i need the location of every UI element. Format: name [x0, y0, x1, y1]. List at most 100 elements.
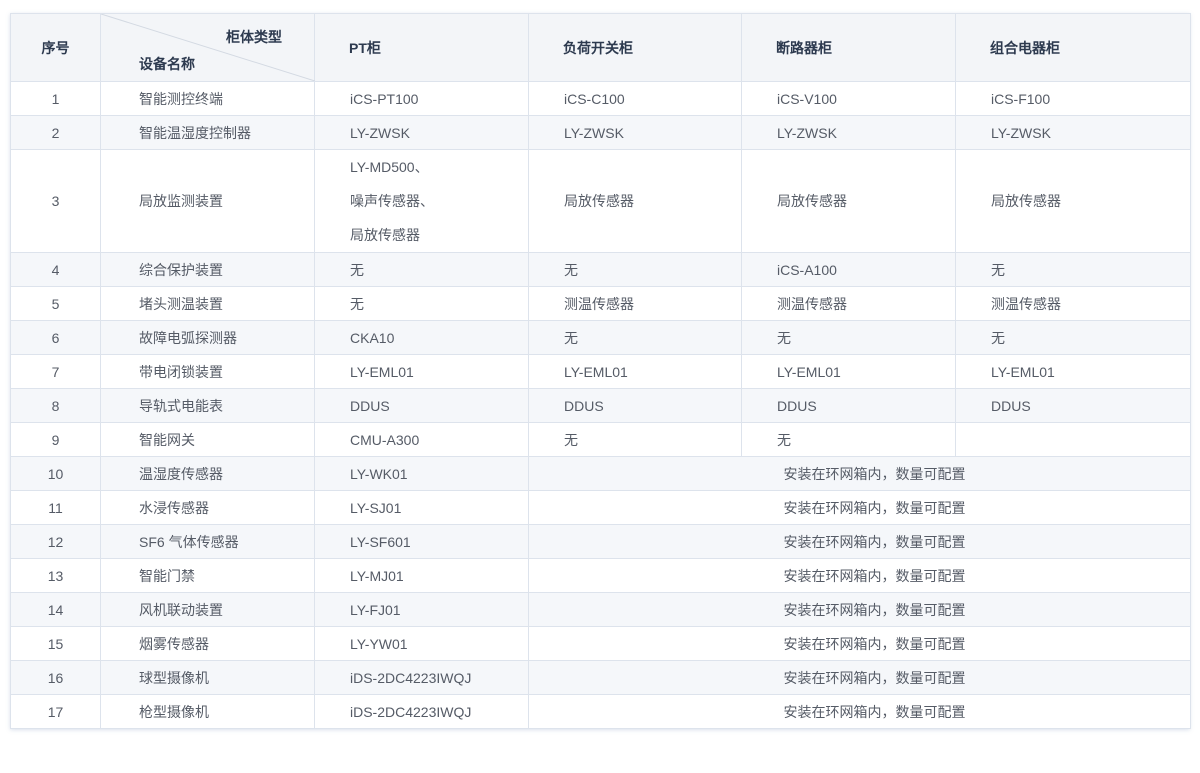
header-cabinet-type: 柜体类型 — [226, 29, 282, 45]
cell-combined — [955, 422, 1191, 457]
cell-breaker: LY-ZWSK — [741, 115, 956, 150]
row-device-name: 智能测控终端 — [100, 81, 315, 116]
table-row: 9 智能网关 CMU-A300 无 无 — [10, 422, 1191, 457]
cell-pt: iDS-2DC4223IWQJ — [314, 694, 529, 729]
row-device-name: 球型摄像机 — [100, 660, 315, 695]
cell-pt: LY-MJ01 — [314, 558, 529, 593]
cell-load-switch: 无 — [528, 422, 742, 457]
table-row: 3 局放监测装置 LY-MD500、 噪声传感器、 局放传感器 局放传感器 局放… — [10, 149, 1191, 253]
cell-install-note: 安装在环网箱内，数量可配置 — [528, 660, 1191, 695]
row-index: 4 — [10, 252, 101, 287]
cell-pt: LY-SF601 — [314, 524, 529, 559]
row-device-name: 枪型摄像机 — [100, 694, 315, 729]
row-index: 16 — [10, 660, 101, 695]
cell-breaker: 测温传感器 — [741, 286, 956, 321]
cell-pt: LY-EML01 — [314, 354, 529, 389]
row-device-name: 烟雾传感器 — [100, 626, 315, 661]
row-index: 13 — [10, 558, 101, 593]
row-index: 12 — [10, 524, 101, 559]
row-device-name: SF6 气体传感器 — [100, 524, 315, 559]
cell-combined: 局放传感器 — [955, 149, 1191, 253]
cell-breaker: 局放传感器 — [741, 149, 956, 253]
cell-combined: LY-EML01 — [955, 354, 1191, 389]
cell-load-switch: iCS-C100 — [528, 81, 742, 116]
cell-pt: LY-WK01 — [314, 456, 529, 491]
row-device-name: 水浸传感器 — [100, 490, 315, 525]
table-header-row: 序号 柜体类型 设备名称 PT柜 负荷开关柜 断路器柜 组合电器柜 — [10, 13, 1191, 82]
header-col-pt: PT柜 — [314, 13, 529, 82]
row-device-name: 带电闭锁装置 — [100, 354, 315, 389]
row-index: 5 — [10, 286, 101, 321]
table-row: 12 SF6 气体传感器 LY-SF601 安装在环网箱内，数量可配置 — [10, 524, 1191, 559]
cell-load-switch: 无 — [528, 252, 742, 287]
diagonal-divider — [101, 14, 315, 81]
header-col-breaker: 断路器柜 — [741, 13, 956, 82]
cell-combined: 无 — [955, 320, 1191, 355]
cell-pt: 无 — [314, 286, 529, 321]
table-row: 15 烟雾传感器 LY-YW01 安装在环网箱内，数量可配置 — [10, 626, 1191, 661]
cell-pt: LY-YW01 — [314, 626, 529, 661]
device-config-table: 序号 柜体类型 设备名称 PT柜 负荷开关柜 断路器柜 组合电器柜 1 智能测控… — [10, 13, 1191, 729]
header-device-name: 设备名称 — [139, 56, 195, 72]
row-device-name: 温湿度传感器 — [100, 456, 315, 491]
cell-line: 局放传感器 — [350, 227, 420, 243]
row-index: 1 — [10, 81, 101, 116]
cell-line: 噪声传感器、 — [350, 193, 434, 209]
cell-pt: LY-MD500、 噪声传感器、 局放传感器 — [314, 149, 529, 253]
row-device-name: 智能温湿度控制器 — [100, 115, 315, 150]
header-diagonal-cell: 柜体类型 设备名称 — [100, 13, 315, 82]
cell-breaker: 无 — [741, 422, 956, 457]
cell-load-switch: DDUS — [528, 388, 742, 423]
header-col-combined: 组合电器柜 — [955, 13, 1191, 82]
cell-pt: LY-ZWSK — [314, 115, 529, 150]
table-row: 5 堵头测温装置 无 测温传感器 测温传感器 测温传感器 — [10, 286, 1191, 321]
cell-pt: iDS-2DC4223IWQJ — [314, 660, 529, 695]
cell-pt: CMU-A300 — [314, 422, 529, 457]
table-row: 8 导轨式电能表 DDUS DDUS DDUS DDUS — [10, 388, 1191, 423]
cell-breaker: DDUS — [741, 388, 956, 423]
row-index: 2 — [10, 115, 101, 150]
table-row: 6 故障电弧探测器 CKA10 无 无 无 — [10, 320, 1191, 355]
row-index: 14 — [10, 592, 101, 627]
cell-combined: DDUS — [955, 388, 1191, 423]
cell-load-switch: LY-EML01 — [528, 354, 742, 389]
table-row: 2 智能温湿度控制器 LY-ZWSK LY-ZWSK LY-ZWSK LY-ZW… — [10, 115, 1191, 150]
cell-combined: LY-ZWSK — [955, 115, 1191, 150]
row-device-name: 导轨式电能表 — [100, 388, 315, 423]
header-index: 序号 — [10, 13, 101, 82]
cell-breaker: LY-EML01 — [741, 354, 956, 389]
cell-install-note: 安装在环网箱内，数量可配置 — [528, 558, 1191, 593]
cell-install-note: 安装在环网箱内，数量可配置 — [528, 524, 1191, 559]
row-index: 10 — [10, 456, 101, 491]
row-index: 6 — [10, 320, 101, 355]
cell-combined: iCS-F100 — [955, 81, 1191, 116]
cell-install-note: 安装在环网箱内，数量可配置 — [528, 694, 1191, 729]
table-row: 16 球型摄像机 iDS-2DC4223IWQJ 安装在环网箱内，数量可配置 — [10, 660, 1191, 695]
cell-install-note: 安装在环网箱内，数量可配置 — [528, 456, 1191, 491]
header-col-load-switch: 负荷开关柜 — [528, 13, 742, 82]
table-row: 14 风机联动装置 LY-FJ01 安装在环网箱内，数量可配置 — [10, 592, 1191, 627]
table-row: 17 枪型摄像机 iDS-2DC4223IWQJ 安装在环网箱内，数量可配置 — [10, 694, 1191, 729]
row-index: 3 — [10, 149, 101, 253]
cell-breaker: iCS-A100 — [741, 252, 956, 287]
row-device-name: 故障电弧探测器 — [100, 320, 315, 355]
row-device-name: 智能网关 — [100, 422, 315, 457]
table-row: 11 水浸传感器 LY-SJ01 安装在环网箱内，数量可配置 — [10, 490, 1191, 525]
row-index: 8 — [10, 388, 101, 423]
cell-line: LY-MD500、 — [350, 159, 429, 175]
cell-pt: 无 — [314, 252, 529, 287]
table-row: 7 带电闭锁装置 LY-EML01 LY-EML01 LY-EML01 LY-E… — [10, 354, 1191, 389]
cell-install-note: 安装在环网箱内，数量可配置 — [528, 490, 1191, 525]
cell-breaker: 无 — [741, 320, 956, 355]
row-device-name: 局放监测装置 — [100, 149, 315, 253]
cell-pt: CKA10 — [314, 320, 529, 355]
row-index: 11 — [10, 490, 101, 525]
row-index: 9 — [10, 422, 101, 457]
cell-install-note: 安装在环网箱内，数量可配置 — [528, 592, 1191, 627]
device-table-container: 序号 柜体类型 设备名称 PT柜 负荷开关柜 断路器柜 组合电器柜 1 智能测控… — [10, 13, 1191, 729]
cell-combined: 无 — [955, 252, 1191, 287]
table-row: 4 综合保护装置 无 无 iCS-A100 无 — [10, 252, 1191, 287]
row-device-name: 堵头测温装置 — [100, 286, 315, 321]
cell-load-switch: 无 — [528, 320, 742, 355]
row-index: 17 — [10, 694, 101, 729]
